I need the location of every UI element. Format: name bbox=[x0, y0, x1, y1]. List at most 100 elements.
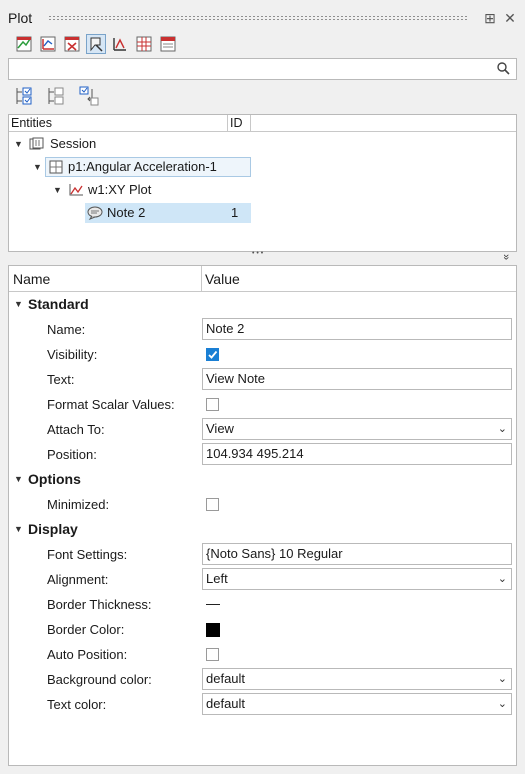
border-color-swatch[interactable] bbox=[206, 623, 220, 637]
page-icon bbox=[49, 160, 63, 180]
collapse-all-icon[interactable] bbox=[46, 85, 68, 107]
note-icon bbox=[87, 206, 103, 226]
tree-row-page[interactable]: ▼ p1:Angular Acceleration-1 bbox=[9, 157, 516, 177]
collapse-arrow-icon[interactable]: ▼ bbox=[14, 517, 23, 542]
prop-label: Border Thickness: bbox=[47, 597, 152, 612]
text-color-select[interactable]: default ⌄ bbox=[202, 693, 512, 715]
prop-row-border-color: Border Color: bbox=[9, 617, 516, 642]
format-scalar-checkbox[interactable] bbox=[206, 398, 219, 411]
border-thickness-line[interactable] bbox=[206, 604, 220, 605]
minimized-checkbox[interactable] bbox=[206, 498, 219, 511]
expand-arrow-icon[interactable]: ▼ bbox=[53, 180, 62, 200]
prop-row-font-settings: Font Settings: {Noto Sans} 10 Regular bbox=[9, 542, 516, 567]
name-column-header: Name bbox=[13, 271, 51, 287]
alignment-select[interactable]: Left ⌄ bbox=[202, 568, 512, 590]
tree-row-session[interactable]: ▼ Session bbox=[9, 134, 516, 154]
search-input[interactable] bbox=[9, 59, 489, 79]
section-title: Display bbox=[28, 521, 78, 537]
prop-row-name: Name: Note 2 bbox=[9, 317, 516, 342]
prop-row-background-color: Background color: default ⌄ bbox=[9, 667, 516, 692]
section-display[interactable]: ▼ Display bbox=[9, 517, 516, 542]
prop-label: Visibility: bbox=[47, 347, 98, 362]
chevron-down-icon[interactable]: ⌄ bbox=[498, 569, 507, 589]
export-table-icon[interactable] bbox=[158, 34, 178, 54]
attach-to-select[interactable]: View ⌄ bbox=[202, 418, 512, 440]
collapse-arrow-icon[interactable]: ▼ bbox=[14, 292, 23, 317]
search-box[interactable] bbox=[8, 58, 517, 80]
prop-label: Text: bbox=[47, 372, 75, 387]
collapse-arrow-icon[interactable]: ▼ bbox=[14, 467, 23, 492]
tree-label: w1:XY Plot bbox=[88, 182, 152, 197]
session-icon bbox=[29, 137, 45, 157]
select-value: View bbox=[206, 421, 234, 436]
grid-tool-icon[interactable] bbox=[134, 34, 154, 54]
auto-position-checkbox[interactable] bbox=[206, 648, 219, 661]
sync-selection-icon[interactable] bbox=[78, 85, 100, 107]
close-icon[interactable]: ✕ bbox=[502, 10, 518, 26]
name-field[interactable]: Note 2 bbox=[202, 318, 512, 340]
axis-tool-icon[interactable] bbox=[110, 34, 130, 54]
plot-page-icon[interactable] bbox=[14, 34, 34, 54]
chevron-down-icon[interactable]: ⌄ bbox=[498, 694, 507, 714]
tree-header: Entities ID bbox=[9, 115, 516, 132]
chevron-down-icon[interactable]: ⌄ bbox=[498, 419, 507, 439]
property-grid: Name Value ▼ Standard Name: Note 2 Visib… bbox=[8, 265, 517, 766]
xy-curve-icon[interactable] bbox=[38, 34, 58, 54]
font-settings-field[interactable]: {Noto Sans} 10 Regular bbox=[202, 543, 512, 565]
entities-column-header[interactable]: Entities bbox=[11, 116, 52, 130]
prop-row-position: Position: 104.934 495.214 bbox=[9, 442, 516, 467]
prop-label: Border Color: bbox=[47, 622, 125, 637]
select-value: default bbox=[206, 671, 246, 686]
position-field[interactable]: 104.934 495.214 bbox=[202, 443, 512, 465]
delete-curve-icon[interactable] bbox=[62, 34, 82, 54]
prop-row-text: Text: View Note bbox=[9, 367, 516, 392]
search-icon[interactable] bbox=[497, 62, 510, 78]
prop-label: Attach To: bbox=[47, 422, 105, 437]
prop-row-auto-position: Auto Position: bbox=[9, 642, 516, 667]
prop-label: Font Settings: bbox=[47, 547, 128, 562]
text-field[interactable]: View Note bbox=[202, 368, 512, 390]
prop-row-border-thickness: Border Thickness: bbox=[9, 592, 516, 617]
value-column-header: Value bbox=[205, 271, 240, 287]
tree-id: 1 bbox=[231, 205, 239, 220]
prop-label: Minimized: bbox=[47, 497, 110, 512]
xy-plot-icon bbox=[68, 183, 84, 203]
prop-label: Format Scalar Values: bbox=[47, 397, 175, 412]
entity-tree: Entities ID ▼ Session ▼ p1:Angular Accel… bbox=[8, 114, 517, 252]
expand-all-icon[interactable] bbox=[14, 85, 36, 107]
background-color-select[interactable]: default ⌄ bbox=[202, 668, 512, 690]
prop-label: Name: bbox=[47, 322, 86, 337]
prop-row-minimized: Minimized: bbox=[9, 492, 516, 517]
prop-row-text-color: Text color: default ⌄ bbox=[9, 692, 516, 717]
prop-row-format-scalar: Format Scalar Values: bbox=[9, 392, 516, 417]
tree-label: p1:Angular Acceleration-1 bbox=[68, 159, 217, 174]
pin-icon[interactable]: ⊞ bbox=[482, 10, 498, 26]
section-standard[interactable]: ▼ Standard bbox=[9, 292, 516, 317]
prop-label: Background color: bbox=[47, 672, 152, 687]
expand-arrow-icon[interactable]: ▼ bbox=[14, 134, 23, 154]
splitter-handle[interactable]: • • • bbox=[252, 250, 263, 257]
prop-label: Text color: bbox=[47, 697, 107, 712]
section-title: Standard bbox=[28, 296, 89, 312]
prop-label: Alignment: bbox=[47, 572, 109, 587]
note-tool-icon[interactable] bbox=[86, 34, 106, 54]
panel-title: Plot bbox=[8, 10, 33, 26]
section-options[interactable]: ▼ Options bbox=[9, 467, 516, 492]
tree-row-note[interactable]: Note 2 1 bbox=[85, 203, 251, 223]
prop-row-visibility: Visibility: bbox=[9, 342, 516, 367]
tree-label: Session bbox=[50, 136, 97, 151]
prop-label: Auto Position: bbox=[47, 647, 128, 662]
tree-row-window[interactable]: ▼ w1:XY Plot bbox=[9, 180, 516, 200]
section-title: Options bbox=[28, 471, 81, 487]
props-header: Name Value bbox=[9, 266, 516, 292]
expand-arrow-icon[interactable]: ▼ bbox=[33, 157, 42, 177]
prop-row-attach-to: Attach To: View ⌄ bbox=[9, 417, 516, 442]
panel-title-bar: Plot ⊞ ✕ bbox=[0, 0, 525, 34]
drag-grip[interactable] bbox=[48, 15, 468, 21]
id-column-header[interactable]: ID bbox=[230, 116, 243, 130]
visibility-checkbox[interactable] bbox=[206, 348, 219, 361]
chevron-down-icon[interactable]: ⌄ bbox=[498, 669, 507, 689]
tree-label: Note 2 bbox=[107, 205, 146, 220]
expand-panel-icon[interactable]: » bbox=[500, 254, 512, 260]
select-value: default bbox=[206, 696, 246, 711]
